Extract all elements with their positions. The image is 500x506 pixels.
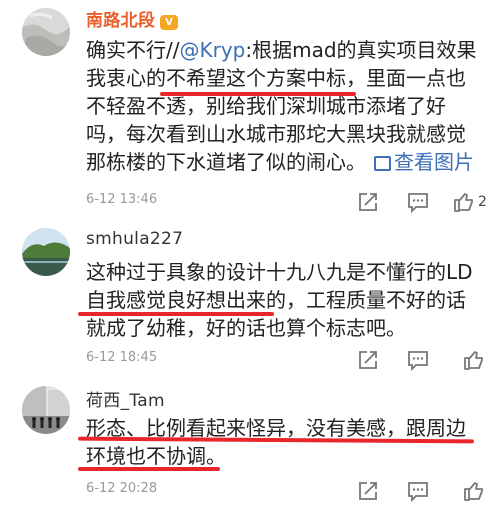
username[interactable]: 南路北段 V — [86, 6, 179, 31]
forward-icon[interactable] — [356, 348, 380, 372]
timestamp: 6-12 20:28 — [86, 481, 158, 496]
forward-icon[interactable] — [356, 190, 380, 214]
highlight-underline — [78, 467, 220, 471]
highlight-underline — [78, 312, 274, 316]
avatar[interactable] — [22, 228, 70, 276]
like-count: 2 — [478, 194, 487, 210]
avatar[interactable] — [22, 386, 70, 434]
comment-meta: 6-12 20:28 — [86, 481, 490, 503]
comment-icon[interactable] — [406, 348, 430, 372]
like-icon[interactable] — [462, 479, 486, 503]
like-icon[interactable] — [452, 190, 476, 214]
picture-icon — [374, 156, 391, 171]
timestamp: 6-12 13:46 — [86, 192, 158, 207]
vip-badge-icon: V — [160, 15, 179, 30]
like-icon[interactable] — [462, 348, 486, 372]
forward-icon[interactable] — [356, 479, 380, 503]
avatar[interactable] — [22, 8, 70, 56]
comment-icon[interactable] — [406, 479, 430, 503]
comment-icon[interactable] — [406, 190, 430, 214]
highlight-underline — [160, 92, 356, 96]
username[interactable]: 荷西_Tam — [86, 386, 165, 411]
timestamp: 6-12 18:45 — [86, 350, 158, 365]
comment-meta: 6-12 13:46 2 — [86, 192, 490, 214]
comment-text: 确实不行//@Kryp:根据mad的真实项目效果 我衷心的不希望这个方案中标，里… — [86, 38, 477, 174]
mention-link[interactable]: @Kryp — [179, 38, 245, 62]
comment-text: 这种过于具象的设计十九八九是不懂行的LD 自我感觉良好想出来的，工程质量不好的话… — [86, 260, 473, 340]
username[interactable]: smhula227 — [86, 229, 183, 249]
view-image-link[interactable]: 查看图片 — [374, 150, 474, 174]
comment-meta: 6-12 18:45 — [86, 350, 490, 372]
